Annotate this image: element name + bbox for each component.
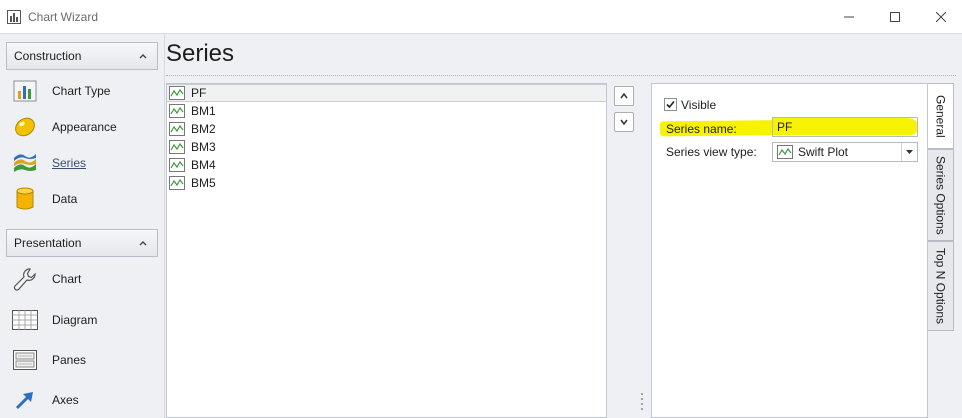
title-bar: Chart Wizard	[0, 0, 962, 34]
title-divider	[166, 75, 956, 76]
axes-icon	[10, 385, 40, 415]
sidebar-item-series[interactable]: Series	[10, 148, 160, 178]
series-icon	[10, 148, 40, 178]
view-type-label: Series view type:	[666, 145, 757, 159]
line-series-icon	[169, 176, 185, 190]
diagram-icon	[10, 305, 40, 335]
line-series-icon	[169, 158, 185, 172]
sidebar-item-diagram[interactable]: Diagram	[10, 305, 160, 335]
sidebar-item-label: Chart	[52, 272, 82, 286]
sidebar-item-axes[interactable]: Axes	[10, 385, 160, 415]
tab-series-options[interactable]: Series Options	[928, 149, 954, 241]
data-icon	[10, 184, 40, 214]
dropdown-arrow-icon	[906, 150, 913, 154]
minimize-icon	[844, 16, 854, 18]
series-list-item[interactable]: PF	[167, 84, 606, 102]
chart-type-icon	[10, 76, 40, 106]
maximize-icon	[890, 12, 900, 22]
tab-label: Top N Options	[933, 247, 948, 325]
maximize-button[interactable]	[872, 4, 918, 30]
sidebar-item-chart-type[interactable]: Chart Type	[10, 76, 160, 106]
tab-label: General	[933, 94, 948, 138]
series-name: PF	[191, 86, 207, 100]
tab-label: Series Options	[933, 155, 948, 235]
series-list-item[interactable]: BM2	[167, 120, 606, 138]
chevron-up-icon	[620, 92, 628, 99]
sidebar-item-label: Appearance	[52, 120, 117, 134]
series-name: BM3	[191, 140, 216, 154]
series-list[interactable]: PF BM1 BM2 BM3 BM4 BM5	[166, 83, 607, 418]
chevron-up-icon	[139, 241, 147, 246]
group-header-construction[interactable]: Construction	[6, 42, 158, 70]
series-name: BM2	[191, 122, 216, 136]
series-list-item[interactable]: BM1	[167, 102, 606, 120]
chevron-up-icon	[139, 54, 147, 59]
page-title: Series	[166, 40, 235, 67]
series-name-label: Series name:	[666, 122, 737, 136]
appearance-icon	[10, 112, 40, 142]
properties-panel: Visible Series name: PF Series view type…	[651, 83, 928, 418]
series-name-value: PF	[777, 120, 793, 134]
visible-label: Visible	[681, 98, 717, 112]
series-name: BM5	[191, 176, 216, 190]
series-name: BM1	[191, 104, 216, 118]
wrench-icon	[10, 264, 40, 294]
sidebar: Construction Chart Type Appearance Serie…	[0, 34, 164, 418]
sidebar-divider	[164, 34, 165, 418]
chevron-down-icon	[620, 119, 628, 126]
move-down-button[interactable]	[614, 112, 634, 132]
sidebar-item-appearance[interactable]: Appearance	[10, 112, 160, 142]
view-type-select[interactable]: Swift Plot	[772, 142, 918, 162]
move-up-button[interactable]	[614, 86, 634, 106]
swift-plot-icon	[777, 145, 793, 159]
dropdown-button[interactable]	[901, 143, 917, 161]
close-icon	[936, 12, 946, 22]
minimize-button[interactable]	[826, 4, 872, 30]
series-list-item[interactable]: BM4	[167, 156, 606, 174]
series-name: BM4	[191, 158, 216, 172]
group-label: Construction	[14, 49, 82, 63]
splitter-grip-icon[interactable]	[640, 392, 644, 410]
visible-checkbox[interactable]	[664, 98, 677, 111]
close-button[interactable]	[918, 4, 962, 30]
line-series-icon	[169, 140, 185, 154]
sidebar-item-label: Axes	[52, 393, 79, 407]
line-series-icon	[169, 122, 185, 136]
series-list-item[interactable]: BM5	[167, 174, 606, 192]
group-label: Presentation	[14, 236, 82, 250]
sidebar-item-panes[interactable]: Panes	[10, 345, 160, 375]
panes-icon	[10, 345, 40, 375]
tab-general[interactable]: General	[928, 83, 954, 149]
sidebar-item-data[interactable]: Data	[10, 184, 160, 214]
tab-top-n-options[interactable]: Top N Options	[928, 241, 954, 331]
sidebar-item-label: Chart Type	[52, 84, 111, 98]
view-type-value: Swift Plot	[798, 145, 849, 159]
sidebar-item-label: Panes	[52, 353, 87, 367]
group-header-presentation[interactable]: Presentation	[6, 229, 158, 257]
series-list-item[interactable]: BM3	[167, 138, 606, 156]
sidebar-item-label: Diagram	[52, 313, 98, 327]
sidebar-item-label: Series	[52, 156, 87, 170]
window-title: Chart Wizard	[28, 10, 99, 24]
series-name-input[interactable]: PF	[772, 117, 918, 137]
sidebar-item-chart[interactable]: Chart	[10, 264, 160, 294]
sidebar-item-label: Data	[52, 192, 78, 206]
checkmark-icon	[666, 100, 675, 109]
line-series-icon	[169, 104, 185, 118]
line-series-icon	[169, 86, 185, 100]
chart-wizard-icon	[7, 10, 21, 24]
